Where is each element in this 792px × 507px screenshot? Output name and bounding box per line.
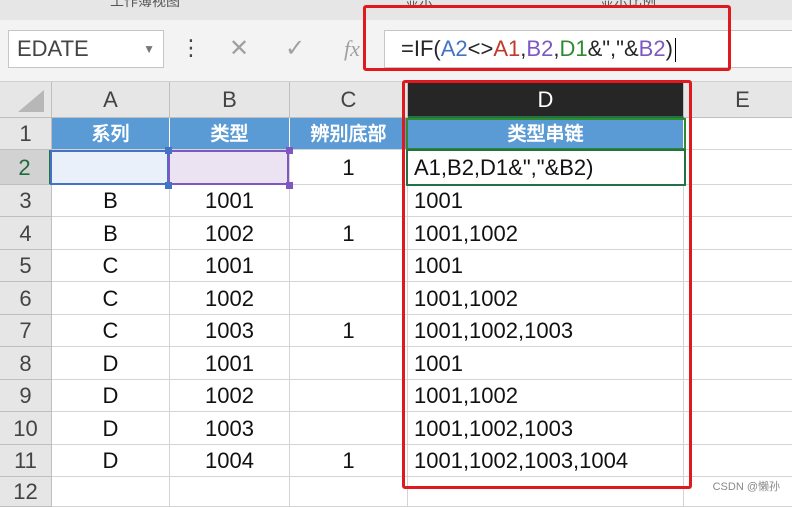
- table-cell[interactable]: D: [52, 380, 170, 412]
- column-header-b[interactable]: B: [170, 82, 290, 118]
- table-cell[interactable]: B: [52, 217, 170, 250]
- table-cell[interactable]: [290, 185, 408, 217]
- table-cell[interactable]: B: [52, 185, 170, 217]
- header-cell[interactable]: 辨别底部: [290, 118, 408, 150]
- annotation-box-formula: [363, 5, 731, 71]
- table-cell[interactable]: 1: [290, 445, 408, 477]
- table-cell[interactable]: [290, 380, 408, 412]
- row-header-8[interactable]: 8: [0, 347, 52, 380]
- chevron-down-icon[interactable]: ▼: [143, 31, 155, 67]
- table-cell[interactable]: 1: [290, 217, 408, 250]
- reference-highlight-a2: [50, 150, 169, 185]
- empty-cell[interactable]: [684, 315, 792, 347]
- empty-cell[interactable]: [684, 380, 792, 412]
- row-header-5[interactable]: 5: [0, 250, 52, 282]
- empty-cell[interactable]: [684, 150, 792, 185]
- row-header-2[interactable]: 2: [0, 150, 52, 185]
- empty-cell[interactable]: [170, 477, 290, 507]
- empty-cell[interactable]: [52, 477, 170, 507]
- table-cell[interactable]: C: [52, 282, 170, 315]
- row-header-7[interactable]: 7: [0, 315, 52, 347]
- empty-cell[interactable]: [684, 118, 792, 150]
- row-header-4[interactable]: 4: [0, 217, 52, 250]
- table-cell[interactable]: 1002: [170, 380, 290, 412]
- annotation-box-column-d: [402, 80, 692, 489]
- cancel-icon[interactable]: ✕: [226, 32, 252, 66]
- enter-icon[interactable]: ✓: [282, 32, 308, 66]
- row-header-6[interactable]: 6: [0, 282, 52, 315]
- table-cell[interactable]: C: [52, 315, 170, 347]
- empty-cell[interactable]: [290, 477, 408, 507]
- table-cell[interactable]: 1003: [170, 412, 290, 445]
- name-box[interactable]: EDATE ▼: [8, 30, 164, 68]
- ref-handle[interactable]: [286, 182, 293, 189]
- table-cell[interactable]: 1001: [170, 250, 290, 282]
- empty-cell[interactable]: [684, 412, 792, 445]
- insert-function-icon[interactable]: fx: [338, 32, 366, 66]
- row-header-12[interactable]: 12: [0, 477, 52, 507]
- name-box-value: EDATE: [17, 36, 89, 61]
- row-header-11[interactable]: 11: [0, 445, 52, 477]
- more-options-icon[interactable]: ⋮: [180, 37, 202, 62]
- header-cell[interactable]: 系列: [52, 118, 170, 150]
- column-header-c[interactable]: C: [290, 82, 408, 118]
- table-cell[interactable]: 1: [290, 150, 408, 185]
- table-cell[interactable]: 1001: [170, 347, 290, 380]
- empty-cell[interactable]: [684, 347, 792, 380]
- row-header-3[interactable]: 3: [0, 185, 52, 217]
- table-cell[interactable]: [290, 282, 408, 315]
- table-cell[interactable]: 1002: [170, 282, 290, 315]
- row-header-9[interactable]: 9: [0, 380, 52, 412]
- table-cell[interactable]: [290, 412, 408, 445]
- ribbon-label-workbook-views[interactable]: 工作簿视图: [110, 0, 180, 11]
- table-cell[interactable]: 1: [290, 315, 408, 347]
- empty-cell[interactable]: [684, 185, 792, 217]
- column-header-a[interactable]: A: [52, 82, 170, 118]
- table-cell[interactable]: [290, 250, 408, 282]
- table-cell[interactable]: [290, 347, 408, 380]
- table-cell[interactable]: 1001: [170, 185, 290, 217]
- ref-handle[interactable]: [165, 147, 172, 154]
- empty-cell[interactable]: [684, 282, 792, 315]
- row-header-10[interactable]: 10: [0, 412, 52, 445]
- row-header-1[interactable]: 1: [0, 118, 52, 150]
- table-cell[interactable]: 1002: [170, 217, 290, 250]
- select-all-triangle-icon: [18, 90, 44, 112]
- table-cell[interactable]: 1004: [170, 445, 290, 477]
- reference-highlight-b2: [168, 150, 289, 185]
- table-cell[interactable]: D: [52, 445, 170, 477]
- empty-cell[interactable]: [684, 445, 792, 477]
- table-cell[interactable]: D: [52, 347, 170, 380]
- header-cell[interactable]: 类型: [170, 118, 290, 150]
- ref-handle[interactable]: [165, 182, 172, 189]
- table-cell[interactable]: C: [52, 250, 170, 282]
- ref-handle[interactable]: [286, 147, 293, 154]
- empty-cell[interactable]: [684, 250, 792, 282]
- watermark: CSDN @懒孙: [712, 481, 780, 493]
- empty-cell[interactable]: [684, 217, 792, 250]
- table-cell[interactable]: D: [52, 412, 170, 445]
- table-cell[interactable]: 1003: [170, 315, 290, 347]
- column-header-e[interactable]: E: [684, 82, 792, 118]
